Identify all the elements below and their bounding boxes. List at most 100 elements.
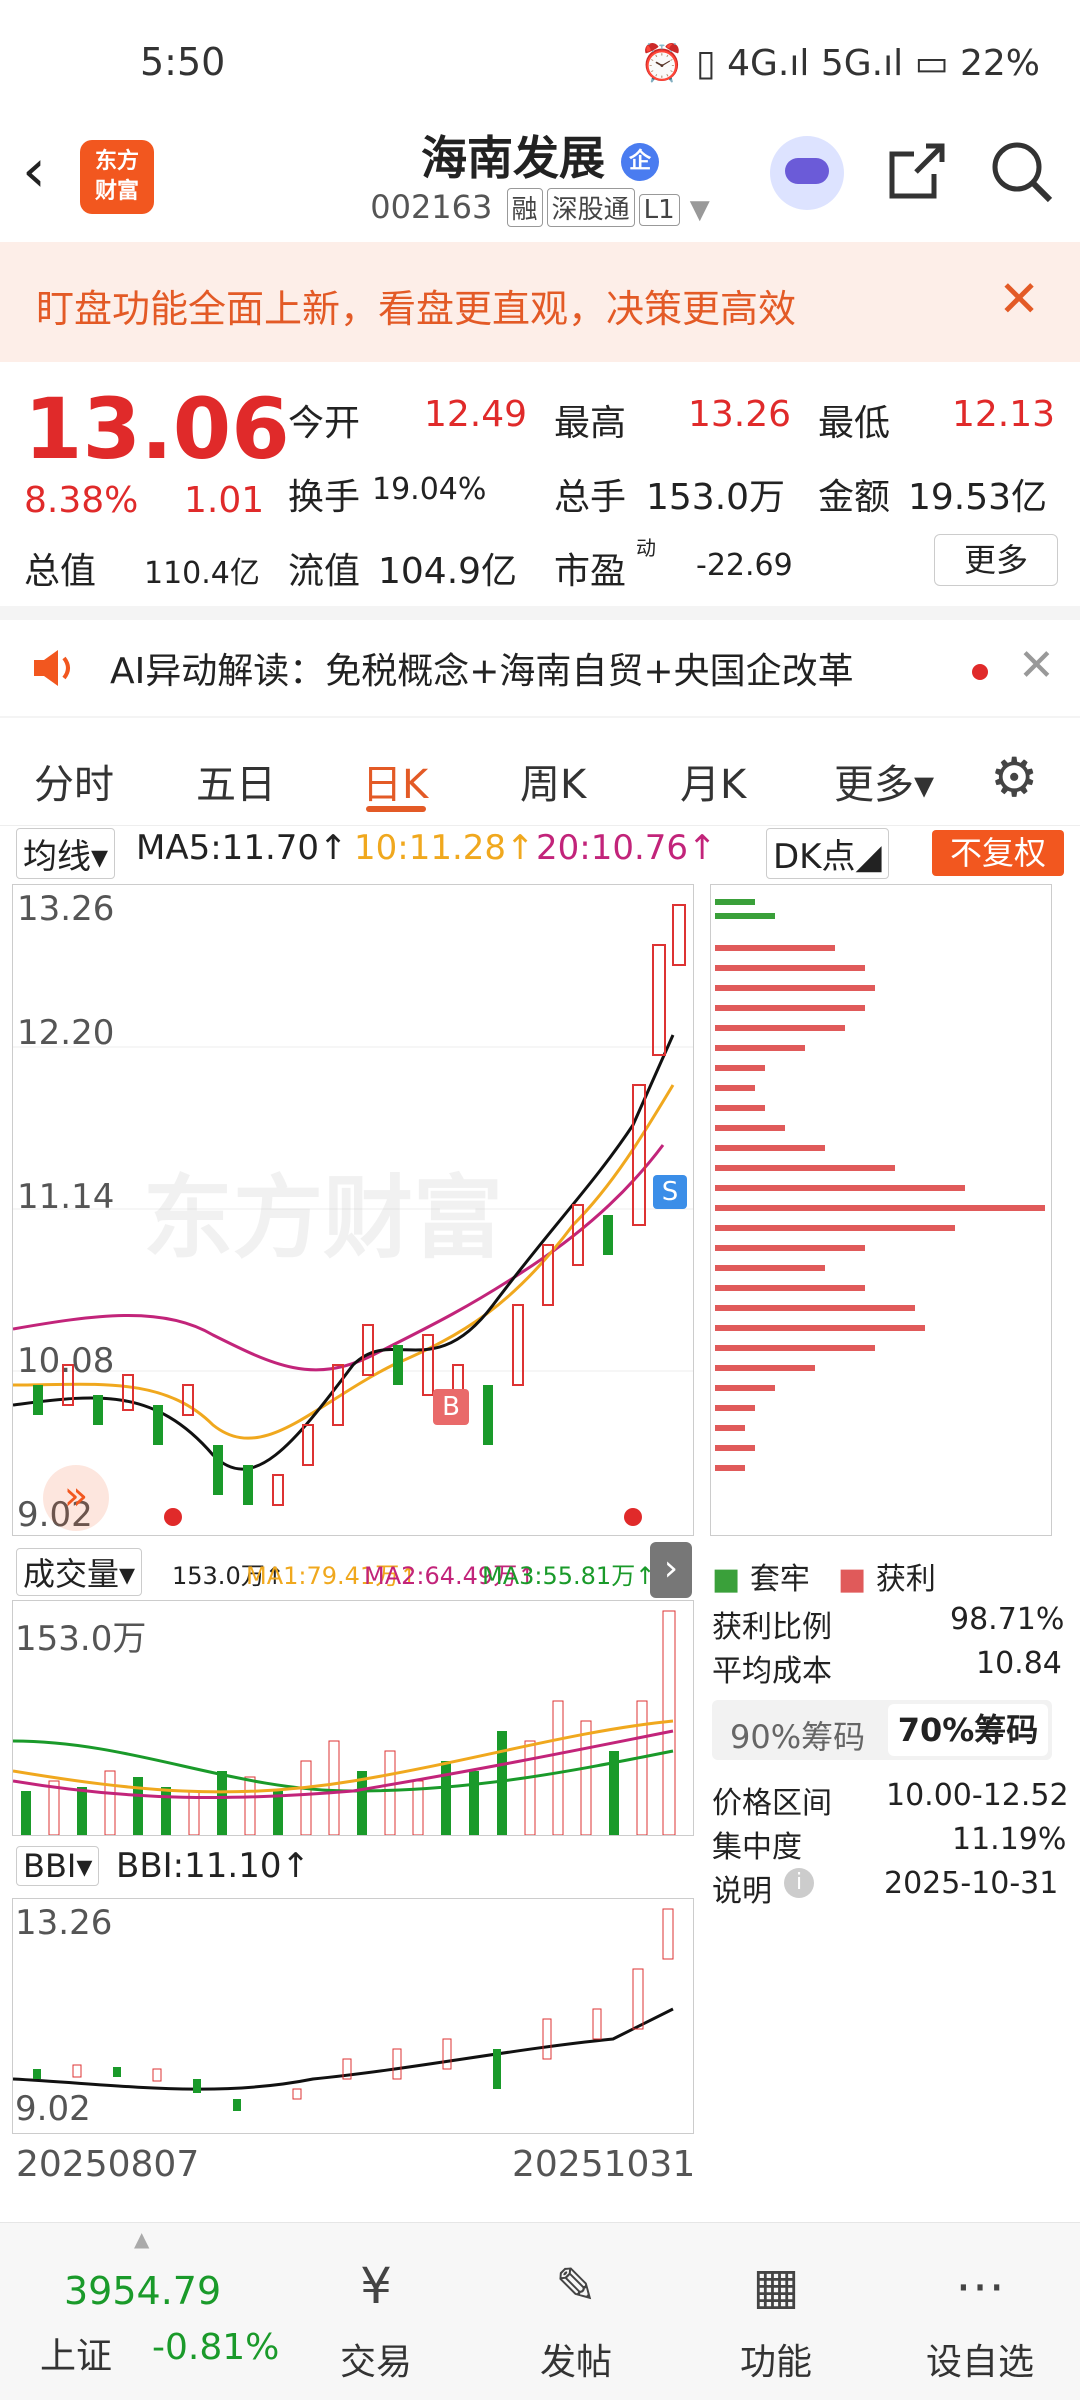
- nav-add-watchlist[interactable]: 设自选: [910, 2333, 1050, 2385]
- dk-point-toggle[interactable]: DK点◢: [766, 828, 889, 879]
- active-tab-indicator: [366, 806, 426, 812]
- kline-panel[interactable]: 东方财富 13.26 12.20 11.14 10.08 9.02 B S »: [12, 884, 694, 1536]
- bbi-axis-top: 13.26: [15, 1903, 113, 1943]
- nav-post[interactable]: 发帖: [506, 2333, 646, 2385]
- concentration-value: 11.19%: [952, 1822, 1067, 1857]
- range-label: 价格区间: [712, 1786, 832, 1821]
- mktcap-value: 110.4亿: [144, 556, 260, 591]
- status-time: 5:50: [140, 40, 226, 84]
- high-label: 最高: [554, 403, 627, 444]
- speaker-icon: [30, 646, 80, 690]
- bbi-value: BBI:11.10↑: [116, 1846, 310, 1886]
- watchlist-icon[interactable]: ⋯: [910, 2257, 1050, 2315]
- open-value: 12.49: [424, 394, 528, 435]
- tab-fenshi[interactable]: 分时: [34, 752, 114, 810]
- watermark: 东方财富: [143, 1166, 503, 1271]
- divider: [0, 606, 1080, 620]
- tab-wuri[interactable]: 五日: [196, 752, 276, 810]
- buy-marker[interactable]: B: [433, 1389, 469, 1425]
- tab-yuek[interactable]: 月K: [680, 752, 746, 810]
- pe-label: 市盈: [554, 551, 627, 592]
- settings-gear-icon[interactable]: ⚙: [990, 746, 1038, 809]
- tab-70-chip[interactable]: 70%筹码: [888, 1704, 1048, 1756]
- bbi-axis-bottom: 9.02: [15, 2089, 91, 2129]
- function-grid-icon[interactable]: ▦: [706, 2257, 846, 2315]
- low-label: 最低: [818, 403, 891, 444]
- profit-ratio-value: 98.71%: [950, 1602, 1065, 1637]
- mktcap-label: 总值: [24, 551, 97, 592]
- ai-insight-row[interactable]: AI异动解读：免税概念+海南自贸+央国企改革 ✕: [0, 622, 1080, 718]
- index-name: 上证: [40, 2336, 113, 2377]
- bbi-panel[interactable]: 13.26 9.02: [12, 1898, 694, 2134]
- chevron-up-icon[interactable]: ▲: [134, 2227, 149, 2251]
- close-icon[interactable]: ✕: [998, 270, 1040, 328]
- open-label: 今开: [288, 403, 361, 444]
- volume-value: 153.0万: [646, 477, 786, 518]
- no-adjust-button[interactable]: 不复权: [932, 830, 1064, 876]
- volume-selector[interactable]: 成交量▾: [16, 1548, 143, 1596]
- search-icon[interactable]: [990, 140, 1054, 204]
- date-end: 20251031: [512, 2144, 696, 2185]
- ma20-value: 20:10.76↑: [536, 828, 717, 868]
- change-pct: 8.38%: [24, 480, 139, 521]
- current-price: 13.06: [24, 380, 290, 478]
- chip-pct-toggle: 90%筹码 70%筹码: [712, 1700, 1052, 1760]
- ma10-value: 10:11.28↑: [354, 828, 535, 868]
- promo-banner[interactable]: 盯盘功能全面上新，看盘更直观，决策更高效 ✕: [0, 242, 1080, 362]
- pe-value: -22.69: [696, 548, 793, 583]
- volume-label: 总手: [554, 477, 627, 518]
- trade-icon[interactable]: ¥: [306, 2257, 446, 2315]
- float-label: 流值: [288, 551, 361, 592]
- volume-panel[interactable]: 153.0万: [12, 1600, 694, 1836]
- share-icon[interactable]: [886, 140, 948, 202]
- tab-zhouk[interactable]: 周K: [520, 752, 586, 810]
- avg-cost-label: 平均成本: [712, 1654, 832, 1689]
- sell-marker[interactable]: S: [653, 1175, 687, 1209]
- turnover-label: 换手: [288, 477, 361, 518]
- float-value: 104.9亿: [378, 551, 518, 592]
- banner-text: 盯盘功能全面上新，看盘更直观，决策更高效: [36, 287, 797, 331]
- bbi-selector[interactable]: BBI▾: [16, 1846, 100, 1886]
- enterprise-badge: 企: [621, 142, 659, 181]
- index-value: 3954.79: [64, 2269, 222, 2313]
- ai-assistant-icon[interactable]: [770, 136, 844, 210]
- turnover-value: 19.04%: [372, 472, 487, 507]
- low-value: 12.13: [952, 394, 1056, 435]
- profit-ratio-label: 获利比例: [712, 1610, 832, 1645]
- axis-label: 13.26: [17, 889, 115, 929]
- tab-rik[interactable]: 日K: [362, 752, 428, 810]
- ma-selector[interactable]: 均线▾: [16, 828, 116, 879]
- axis-label: 11.14: [17, 1177, 115, 1217]
- info-icon[interactable]: i: [784, 1868, 814, 1898]
- chip-legend-profit: ■ 获利: [838, 1562, 936, 1597]
- note-value: 2025-10-31: [884, 1866, 1059, 1901]
- index-change: -0.81%: [152, 2327, 280, 2368]
- amount-value: 19.53亿: [908, 477, 1048, 518]
- range-value: 10.00-12.52: [886, 1778, 1069, 1813]
- chevron-right-icon[interactable]: ›: [650, 1542, 692, 1598]
- nav-trade[interactable]: 交易: [306, 2333, 446, 2385]
- change-value: 1.01: [184, 480, 265, 521]
- unread-dot: [972, 664, 988, 680]
- tab-more[interactable]: 更多▾: [834, 752, 934, 810]
- nav-function[interactable]: 功能: [706, 2333, 846, 2385]
- date-start: 20250807: [16, 2144, 200, 2185]
- chip-legend-trapped: ■ 套牢: [712, 1562, 810, 1597]
- ma5-value: MA5:11.70↑: [136, 828, 348, 868]
- volume-axis-top: 153.0万: [15, 1619, 147, 1659]
- bottom-nav: ▲ 3954.79 上证 -0.81% ¥ 交易 ✎ 发帖 ▦ 功能 ⋯ 设自选: [0, 2222, 1080, 2400]
- status-icons: ⏰ ▯ 4G.ıl 5G.ıl ▭ 22%: [639, 43, 1040, 84]
- pe-sup: 动: [636, 536, 656, 560]
- ai-insight-text: AI异动解读：免税概念+海南自贸+央国企改革: [110, 651, 854, 692]
- more-button[interactable]: 更多: [934, 534, 1058, 586]
- chart-tabs: 分时 五日 日K 周K 月K 更多▾ ⚙: [0, 730, 1080, 826]
- expand-icon[interactable]: »: [43, 1465, 109, 1531]
- tab-90-chip[interactable]: 90%筹码: [730, 1712, 865, 1758]
- note-label: 说明: [712, 1874, 772, 1909]
- amount-label: 金额: [818, 477, 891, 518]
- status-bar: 5:50 ⏰ ▯ 4G.ıl 5G.ıl ▭ 22%: [0, 0, 1080, 120]
- axis-label: 10.08: [17, 1341, 115, 1381]
- close-icon[interactable]: ✕: [1018, 640, 1055, 691]
- post-icon[interactable]: ✎: [506, 2257, 646, 2315]
- chip-distribution-panel[interactable]: [710, 884, 1052, 1536]
